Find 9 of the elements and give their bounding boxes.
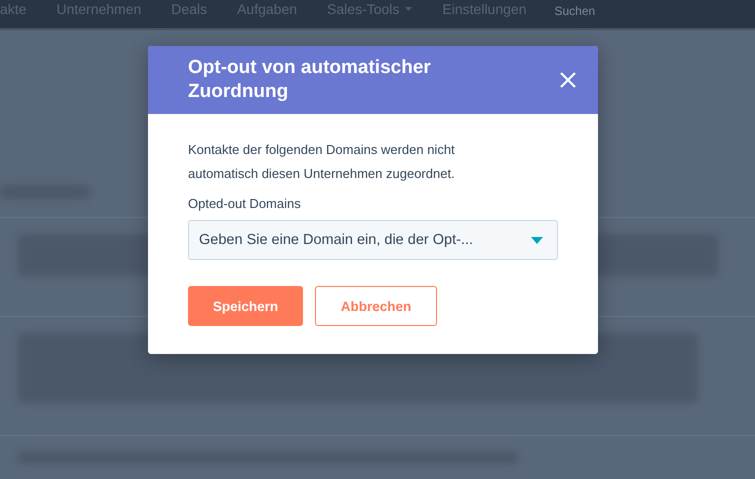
domain-select[interactable]: Geben Sie eine Domain ein, die der Opt-... [188, 220, 558, 260]
search-field[interactable]: Suchen [552, 2, 636, 26]
close-button[interactable] [558, 70, 578, 90]
dialog-title: Opt-out von automatischer Zuordnung [188, 56, 432, 104]
save-button[interactable]: Speichern [188, 286, 303, 326]
cancel-button[interactable]: Abbrechen [315, 286, 437, 326]
dialog-description: Kontakte der folgenden Domains werden nicht automatisch diesen Unternehmen zugeordnet. [188, 141, 456, 183]
dropdown-caret-icon [531, 236, 543, 244]
field-label: Opted-out Domains [188, 196, 302, 211]
